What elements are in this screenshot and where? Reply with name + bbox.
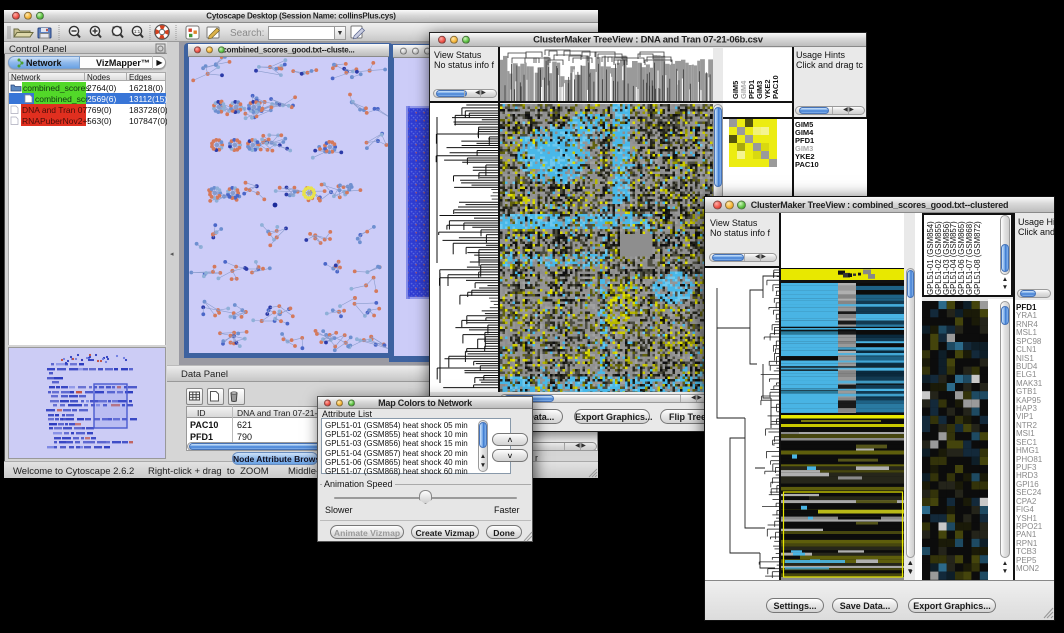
svg-text:1:1: 1:1 bbox=[134, 29, 141, 34]
